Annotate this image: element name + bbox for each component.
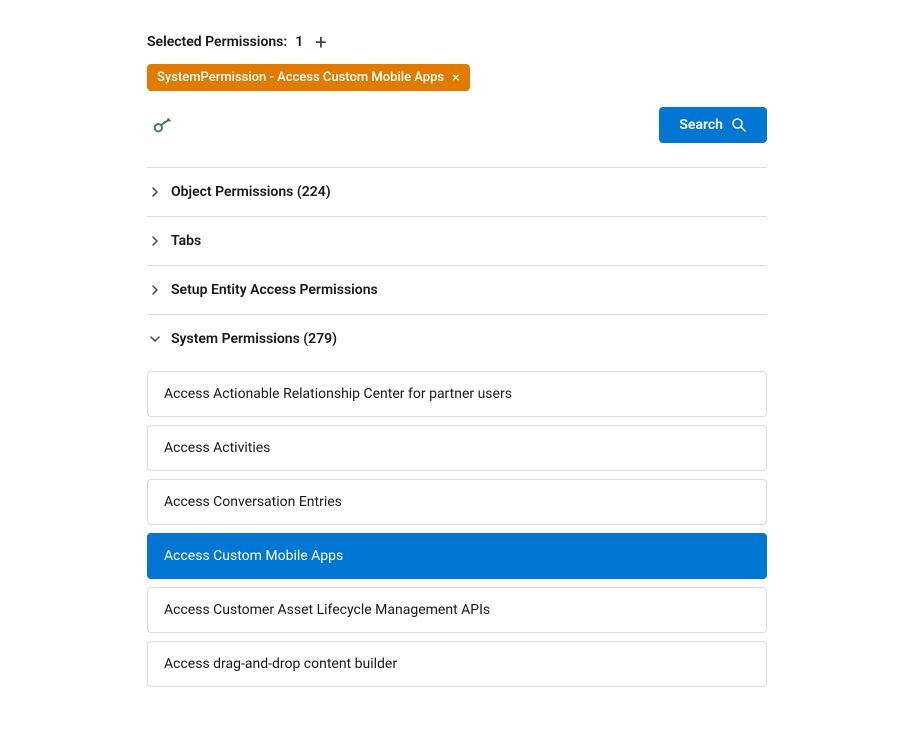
section-label-object-permissions: Object Permissions (224)	[171, 184, 331, 200]
section-object-permissions[interactable]: Object Permissions (224)	[147, 168, 767, 216]
permission-item[interactable]: Access Actionable Relationship Center fo…	[147, 371, 767, 417]
section-label-system-permissions: System Permissions (279)	[171, 331, 337, 347]
section-tabs[interactable]: Tabs	[147, 217, 767, 265]
permission-item-label: Access Actionable Relationship Center fo…	[164, 386, 512, 402]
tag-label: SystemPermission - Access Custom Mobile …	[157, 70, 444, 85]
permission-item[interactable]: Access Conversation Entries	[147, 479, 767, 525]
selected-tags-row: SystemPermission - Access Custom Mobile …	[147, 64, 767, 91]
chevron-down-icon	[147, 331, 163, 347]
search-button[interactable]: Search	[659, 107, 767, 143]
permission-item[interactable]: Access Customer Asset Lifecycle Manageme…	[147, 587, 767, 633]
filter-icon	[151, 114, 173, 136]
permission-item-label: Access Customer Asset Lifecycle Manageme…	[164, 602, 490, 618]
permissions-panel: Selected Permissions: 1 + SystemPermissi…	[147, 16, 767, 719]
filter-icon-button[interactable]	[147, 110, 177, 140]
permission-item-label: Access Conversation Entries	[164, 494, 342, 510]
chevron-right-icon	[147, 282, 163, 298]
section-setup-entity[interactable]: Setup Entity Access Permissions	[147, 266, 767, 314]
search-button-label: Search	[679, 117, 723, 133]
permission-item[interactable]: Access Activities	[147, 425, 767, 471]
permission-list: Access Actionable Relationship Center fo…	[147, 363, 767, 703]
search-row: Search	[147, 107, 767, 143]
selected-permissions-header: Selected Permissions: 1 +	[147, 32, 767, 52]
permission-item[interactable]: Access drag-and-drop content builder	[147, 641, 767, 687]
chevron-right-icon	[147, 184, 163, 200]
permission-item-label: Access Custom Mobile Apps	[164, 548, 343, 564]
permission-item-selected[interactable]: Access Custom Mobile Apps	[147, 533, 767, 579]
section-label-tabs: Tabs	[171, 233, 201, 249]
search-icon	[731, 117, 747, 133]
permission-item-label: Access Activities	[164, 440, 270, 456]
section-system-permissions[interactable]: System Permissions (279)	[147, 315, 767, 363]
add-permission-button[interactable]: +	[311, 32, 330, 52]
chevron-right-icon	[147, 233, 163, 249]
section-label-setup-entity: Setup Entity Access Permissions	[171, 282, 378, 298]
selected-count: 1	[295, 34, 303, 50]
selected-permissions-label: Selected Permissions:	[147, 34, 287, 50]
tag-close-button[interactable]: ×	[452, 71, 459, 85]
permission-item-label: Access drag-and-drop content builder	[164, 656, 397, 672]
permission-tag: SystemPermission - Access Custom Mobile …	[147, 64, 470, 91]
